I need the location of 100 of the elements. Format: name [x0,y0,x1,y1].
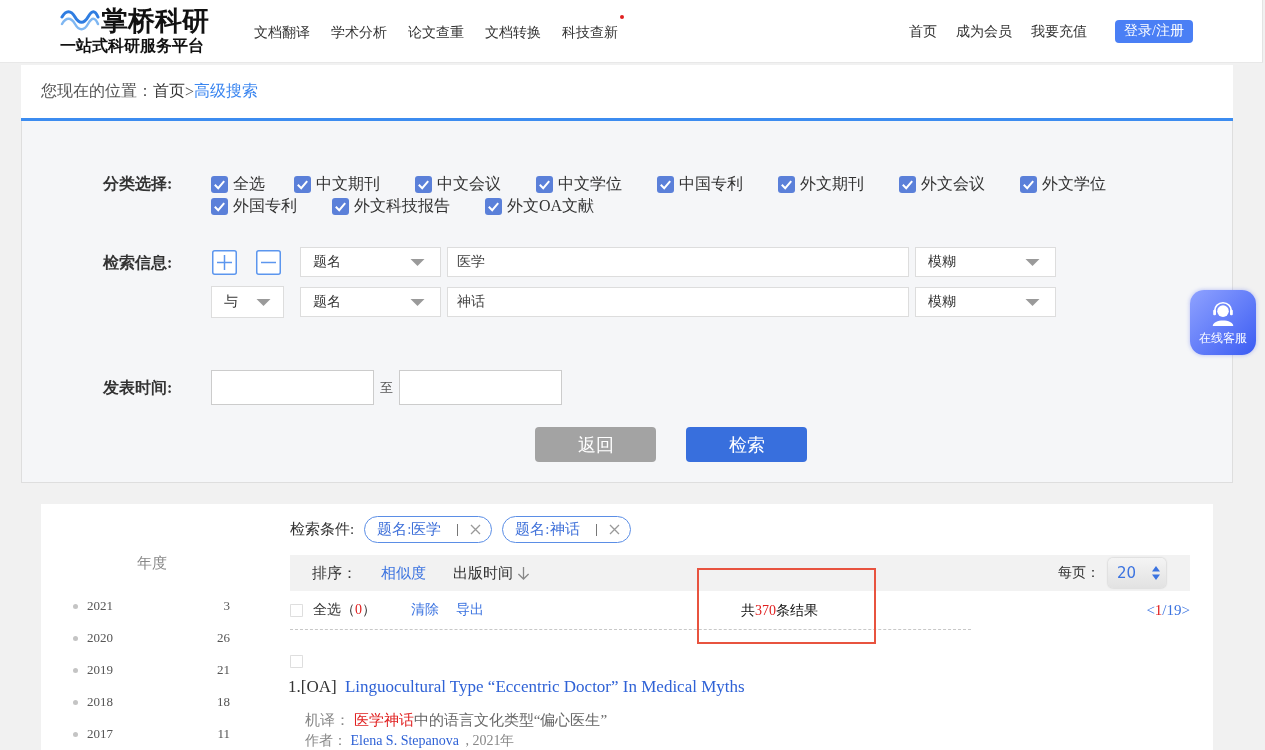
breadcrumb-label: 您现在的位置： [41,81,153,101]
nav-link[interactable]: 首页 [909,23,937,41]
checkbox[interactable] [290,655,303,668]
checkbox[interactable] [332,197,349,215]
action-link[interactable]: 导出 [456,601,484,619]
nav-link[interactable]: 文档翻译 [254,24,310,40]
match-select[interactable]: 模糊 [915,287,1056,317]
wave-logo-icon [60,9,100,33]
caret-icon [1025,258,1040,266]
caret-icon [1025,298,1040,306]
checkbox[interactable] [1020,175,1037,193]
year-count: 21 [217,662,230,678]
checkbox[interactable] [778,175,795,193]
facet-title: 年度 [136,555,168,571]
author-link[interactable]: Elena S. Stepanova [350,733,459,748]
date-separator: 至 [380,378,393,397]
bullet-icon [73,731,78,737]
select-all-label[interactable]: 全选（0） [313,601,376,619]
year-filter[interactable]: 2017 [87,726,113,742]
translation-label: 机译： [305,712,350,728]
form-label: 分类选择: [103,174,174,194]
match-select[interactable]: 模糊 [915,247,1056,277]
keyword-input[interactable]: 神话 [447,287,909,317]
bullet-icon [73,635,78,641]
conditions-label: 检索条件: [290,520,355,539]
minus-icon[interactable] [256,249,281,275]
condition-text: 题名:医学 [377,520,442,539]
year-filter[interactable]: 2021 [87,598,113,614]
field-select[interactable]: 题名 [300,287,441,317]
plus-icon[interactable] [212,249,237,275]
action-link[interactable]: 清除 [411,601,439,619]
close-icon[interactable] [470,524,482,535]
date-input[interactable] [399,370,562,405]
year-filter[interactable]: 2018 [87,694,113,710]
spinner-arrows-icon [1152,566,1160,580]
close-icon[interactable] [608,524,620,535]
checkbox[interactable] [294,175,311,193]
checkbox-label[interactable]: 外国专利 [233,195,297,217]
checkbox-label[interactable]: 全选 [233,173,265,195]
bullet-icon [73,603,78,609]
author-label: 作者： [305,733,347,748]
arrow-down-icon [517,565,530,581]
operator-select[interactable]: 与 [211,286,284,318]
checkbox[interactable] [657,175,674,193]
bullet-icon [73,667,78,673]
checkbox[interactable] [536,175,553,193]
caret-icon [410,298,425,306]
publication-year: , 2021年 [465,733,515,748]
checkbox[interactable] [211,175,228,193]
nav-link[interactable]: 科技查新 [562,24,618,40]
per-page-select[interactable]: 20 [1108,558,1166,588]
breadcrumb-separator: > [185,82,195,101]
result-count: 共370条结果 [741,602,818,618]
sort-option[interactable]: 出版时间 [453,563,530,583]
keyword-input[interactable]: 医学 [447,247,909,277]
result-title-link[interactable]: Linguocultural Type “Eccentric Doctor” In Medical Myths [344,677,745,696]
form-label: 发表时间: [103,378,174,398]
checkbox[interactable] [290,603,303,617]
login-button[interactable]: 登录/注册 [1115,19,1193,43]
caret-icon [256,298,271,306]
condition-text: 题名:神话 [515,520,580,539]
bullet-icon [73,699,78,705]
nav-link[interactable]: 我要充值 [1031,23,1087,41]
sort-option[interactable]: 相似度 [381,563,426,583]
year-filter[interactable]: 2020 [87,630,113,646]
checkbox[interactable] [485,197,502,215]
checkbox[interactable] [415,175,432,193]
page-counter[interactable]: <1/19> [1146,601,1190,619]
breadcrumb-link[interactable]: 首页 [153,81,185,102]
nav-link[interactable]: 成为会员 [956,23,1012,41]
checkbox-label[interactable]: 中文学位 [558,173,622,195]
checkbox-label[interactable]: 外文科技报告 [354,195,450,217]
translated-title: 医学神话中的语言文化类型“偏心医生” [353,712,608,728]
checkbox[interactable] [899,175,916,193]
caret-icon [410,258,425,266]
checkbox-label[interactable]: 中国专利 [679,173,743,195]
search-button[interactable]: 检索 [686,427,807,462]
per-page-label: 每页： [1058,564,1100,582]
breadcrumb-link[interactable]: 高级搜索 [194,81,259,102]
checkbox-label[interactable]: 中文会议 [437,173,501,195]
checkbox-label[interactable]: 外文OA文献 [507,195,595,217]
year-count: 18 [217,694,230,710]
checkbox-label[interactable]: 外文期刊 [800,173,864,195]
year-filter[interactable]: 2019 [87,662,113,678]
checkbox[interactable] [211,197,228,215]
result-index: 1.[OA] [288,677,337,696]
nav-link[interactable]: 论文查重 [408,24,464,40]
nav-link[interactable]: 学术分析 [331,24,387,40]
date-input[interactable] [211,370,374,405]
checkbox-label[interactable]: 外文会议 [921,173,985,195]
year-count: 3 [223,598,230,614]
sort-label: 排序： [312,563,357,583]
form-label: 检索信息: [103,253,174,273]
logo-slogan: 一站式科研服务平台 [60,37,204,55]
nav-link[interactable]: 文档转换 [485,24,541,40]
online-support-button[interactable]: 在线客服 [1190,290,1256,355]
logo-name: 掌桥科研 [101,7,209,35]
checkbox-label[interactable]: 外文学位 [1042,173,1106,195]
field-select[interactable]: 题名 [300,247,441,277]
checkbox-label[interactable]: 中文期刊 [316,173,380,195]
